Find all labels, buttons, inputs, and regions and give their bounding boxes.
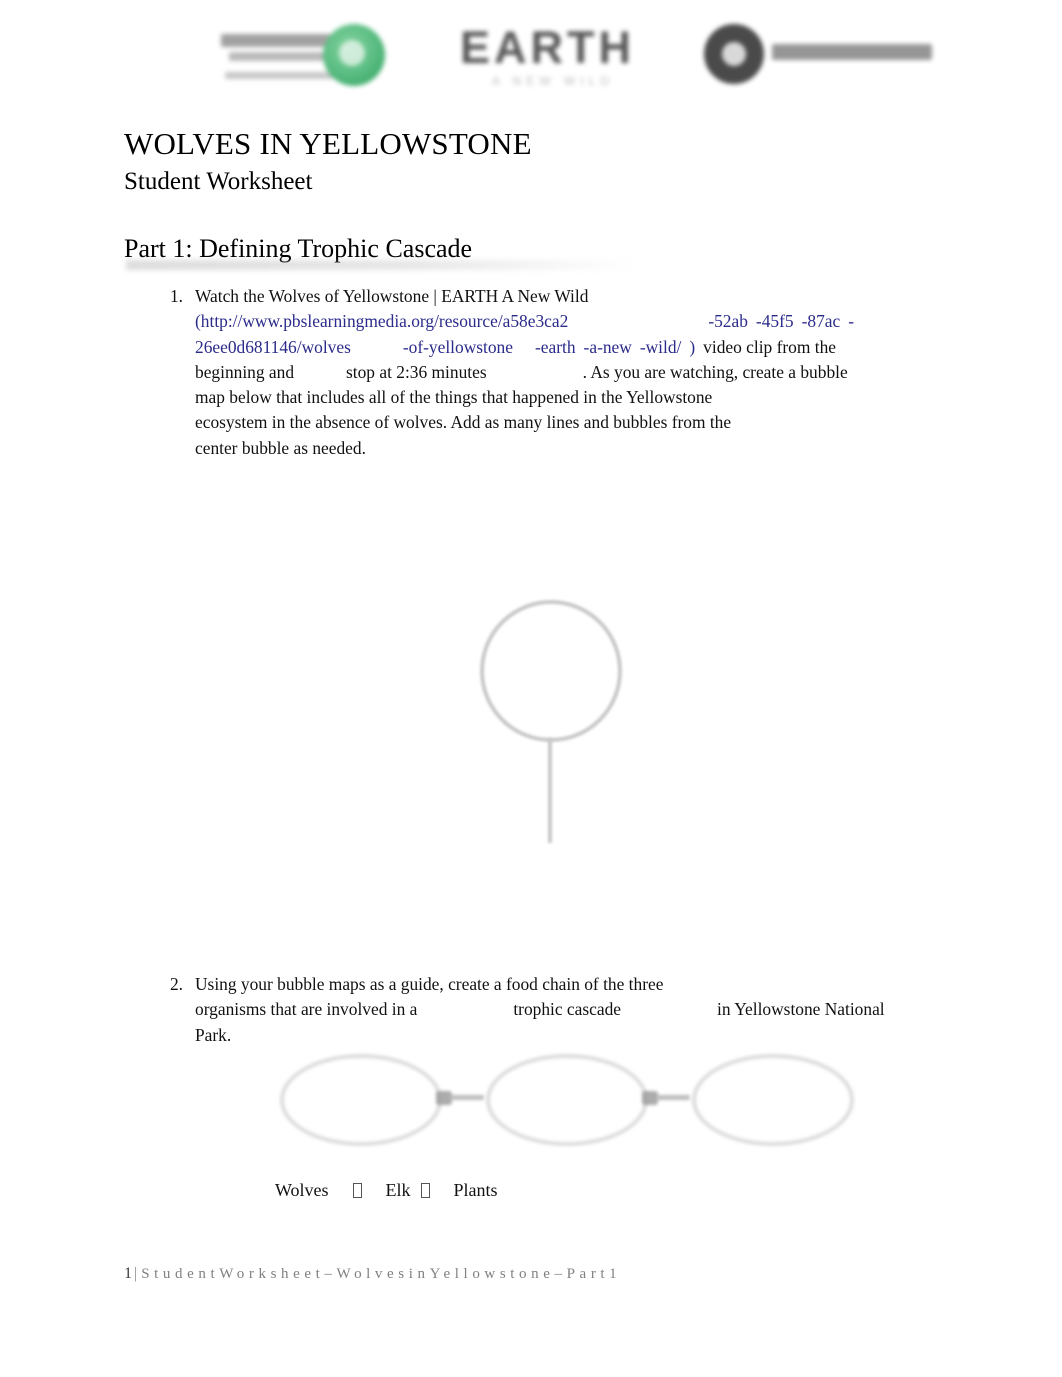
item1-watching-text: . As you are watching, create a bubble <box>582 361 848 382</box>
earth-tagline: A NEW WILD <box>492 74 615 88</box>
resource-link-seg[interactable]: -new <box>597 337 632 357</box>
item2-line3: Park. <box>195 1024 232 1045</box>
worksheet-page: EARTH A NEW WILD WOLVES IN YELLOWSTONE S… <box>0 0 1062 1377</box>
footer-page-number: 1 <box>124 1265 132 1282</box>
food-chain-connector-2 <box>642 1091 696 1105</box>
food-chain-label-elk: Elk <box>385 1180 411 1200</box>
footer-title-text: StudentWorksheet–WolvesinYellowstone–Par… <box>141 1266 622 1282</box>
logo-wordmark-bar <box>221 34 341 47</box>
page-title: WOLVES IN YELLOWSTONE <box>124 126 532 161</box>
green-swirl-inner-icon <box>339 40 365 66</box>
item1-line3-url: 26ee0d681146/wolves -of-yellowstone -earth… <box>195 335 915 360</box>
food-chain-bubble-3[interactable] <box>692 1054 854 1146</box>
center-bubble-diagram[interactable] <box>470 600 640 850</box>
list-item-body: Watch the Wolves of Yellowstone | EARTH … <box>195 284 915 461</box>
resource-link-seg[interactable]: -earth <box>535 337 576 357</box>
logo-wordmark-bar <box>229 52 329 61</box>
resource-link-seg[interactable]: -yellowstone <box>423 337 513 357</box>
arrow-glyph-placeholder-icon <box>352 1183 362 1198</box>
item2-trophic-cascade-term: trophic cascade <box>513 999 621 1020</box>
item2-organisms-text: organisms that are involved in a <box>195 999 418 1020</box>
part-heading-container: Part 1: Defining Trophic Cascade <box>124 232 644 270</box>
footer-separator: | <box>134 1265 138 1282</box>
item1-text-intro: Watch the Wolves of Yellowstone | EARTH … <box>195 286 589 306</box>
natgeo-disc-inner-icon <box>722 42 746 66</box>
earth-a-new-wild-logo: EARTH A NEW WILD <box>448 18 658 96</box>
page-subtitle: Student Worksheet <box>124 168 313 195</box>
item1-line1: Watch the Wolves of Yellowstone | EARTH … <box>195 284 915 309</box>
url-close-paren: ) <box>689 336 696 357</box>
connector-bar <box>656 1095 690 1100</box>
item2-line1: Using your bubble maps as a guide, creat… <box>195 974 664 994</box>
header-logo-band: EARTH A NEW WILD <box>0 0 1062 105</box>
resource-link-seg[interactable]: - <box>848 311 854 331</box>
resource-link-seg[interactable]: -52ab <box>708 311 748 331</box>
item1-line4: beginning and stop at 2:36 minutes . As yo… <box>195 360 915 385</box>
center-bubble-stem-line <box>548 738 552 843</box>
resource-link-seg[interactable]: -wild/ <box>640 337 682 357</box>
resource-link-seg[interactable]: -87ac <box>802 311 841 331</box>
item1-stoptime-text: stop at 2:36 minutes <box>346 361 487 382</box>
item1-line5: map below that includes all of the thing… <box>195 387 713 408</box>
natgeo-wordmark-bar <box>772 44 932 60</box>
resource-link-seg[interactable]: 26ee0d681146/wolves <box>195 337 351 357</box>
item1-after-url: video clip from the <box>703 336 836 357</box>
item1-line6: ecosystem in the absence of wolves. Add … <box>195 412 732 433</box>
earth-wordmark: EARTH <box>460 22 635 73</box>
page-footer: 1 | StudentWorksheet–WolvesinYellowstone–P… <box>124 1265 924 1293</box>
resource-link-seg[interactable]: -of <box>403 337 423 357</box>
resource-link-seg[interactable]: -a <box>584 337 598 357</box>
item1-beginning-text: beginning and <box>195 361 295 382</box>
food-chain-diagram[interactable] <box>278 1050 858 1155</box>
food-chain-connector-1 <box>436 1091 490 1105</box>
resource-link-seg[interactable]: -45f5 <box>756 311 794 331</box>
item2-line2: organisms that are involved in a trophic … <box>195 997 915 1022</box>
food-chain-bubble-1[interactable] <box>280 1054 442 1146</box>
heading-underline-rule <box>126 260 642 270</box>
arrow-glyph-placeholder-icon <box>420 1183 430 1198</box>
national-geographic-logo <box>700 22 940 92</box>
item1-line7: center bubble as needed. <box>195 437 366 458</box>
connector-bar <box>450 1095 484 1100</box>
food-chain-labels: Wolves Elk Plants <box>275 1178 498 1202</box>
food-chain-label-plants: Plants <box>453 1180 498 1200</box>
food-chain-label-wolves: Wolves <box>275 1180 329 1200</box>
item2-park-text: in Yellowstone National <box>717 999 885 1020</box>
list-item-body: Using your bubble maps as a guide, creat… <box>195 972 915 1048</box>
pbs-learningmedia-logo <box>215 22 390 92</box>
list-item-number: 1. <box>169 286 183 306</box>
food-chain-bubble-2[interactable] <box>486 1054 648 1146</box>
list-item-number: 2. <box>169 974 183 994</box>
resource-link[interactable]: http://www.pbslearningmedia.org/resource… <box>201 311 569 331</box>
item1-line2-url: (http://www.pbslearningmedia.org/resourc… <box>195 309 915 334</box>
center-bubble-circle[interactable] <box>480 600 622 742</box>
